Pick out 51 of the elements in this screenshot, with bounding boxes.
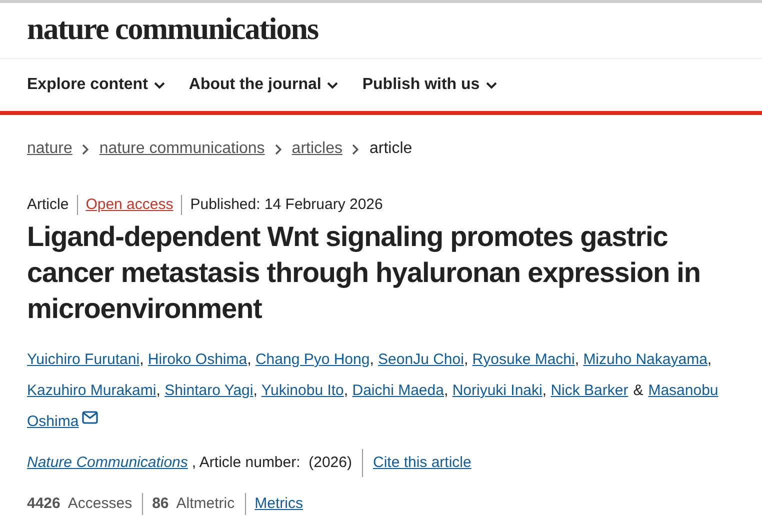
author-link[interactable]: Ryosuke Machi: [472, 351, 575, 368]
chevron-down-icon: [486, 82, 497, 88]
open-access-link[interactable]: Open access: [76, 195, 182, 215]
journal-logo[interactable]: nature communications: [27, 11, 318, 47]
journal-link[interactable]: Nature Communications: [27, 452, 188, 474]
comma-separator: ,: [253, 382, 258, 399]
nav-menu-button[interactable]: About the journal: [188, 73, 338, 97]
published-date: Published: 14 February 2026: [181, 195, 391, 215]
nav-menu-button[interactable]: Explore content: [27, 73, 165, 97]
author-link[interactable]: Noriyuki Inaki: [452, 382, 542, 399]
metrics-link[interactable]: Metrics: [244, 493, 303, 515]
breadcrumb-link[interactable]: nature communications: [99, 137, 265, 161]
breadcrumb-current: article: [369, 139, 412, 159]
author-link[interactable]: Masanobu: [648, 382, 718, 399]
author-link[interactable]: Kazuhiro Murakami: [27, 382, 156, 399]
chevron-down-icon: [154, 82, 165, 88]
comma-separator: ,: [140, 351, 144, 368]
comma-separator: ,: [707, 351, 712, 368]
author-link[interactable]: SeonJu Choi: [378, 351, 464, 368]
author-link[interactable]: Yuichiro Furutani: [27, 351, 140, 368]
comma-separator: ,: [444, 382, 448, 399]
breadcrumb-link[interactable]: articles: [292, 137, 342, 161]
author-link[interactable]: Hiroko Oshima: [148, 351, 248, 368]
comma-separator: ,: [370, 351, 374, 368]
chevron-right-icon: [82, 144, 90, 154]
comma-separator: ,: [247, 351, 252, 368]
comma-separator: ,: [344, 382, 348, 399]
breadcrumb-link[interactable]: nature: [27, 137, 72, 161]
author-link[interactable]: Mizuho Nakayama: [583, 351, 708, 368]
ampersand: &: [633, 382, 644, 399]
nav-menu-button[interactable]: Publish with us: [362, 73, 497, 97]
cite-link[interactable]: Cite this article: [362, 449, 472, 477]
metric-stat: 86 Altmetric: [142, 493, 245, 515]
chevron-right-icon: [274, 144, 282, 154]
article-title: Ligand-dependent Wnt signaling promotes gastric cancer metastasis through hyaluronan expression in microenvironment: [27, 220, 702, 326]
author-link[interactable]: Yukinobu Ito: [261, 382, 344, 399]
comma-separator: ,: [542, 382, 547, 399]
metric-stat: 4426 Accesses: [27, 494, 134, 514]
comma-separator: ,: [464, 351, 468, 368]
comma-separator: ,: [156, 382, 160, 399]
author-link[interactable]: Chang Pyo Hong: [255, 351, 370, 368]
author-link[interactable]: Oshima: [27, 413, 98, 430]
author-link[interactable]: Nick Barker: [550, 382, 628, 399]
envelope-icon[interactable]: [82, 411, 98, 424]
author-link[interactable]: Daichi Maeda: [352, 382, 444, 399]
chevron-down-icon: [327, 82, 338, 88]
article-type: Article: [27, 195, 70, 215]
comma-separator: ,: [574, 351, 580, 368]
article-number: , Article number: (2026): [192, 452, 353, 473]
chevron-right-icon: [352, 144, 360, 154]
author-link[interactable]: Shintaro Yagi: [164, 382, 254, 399]
